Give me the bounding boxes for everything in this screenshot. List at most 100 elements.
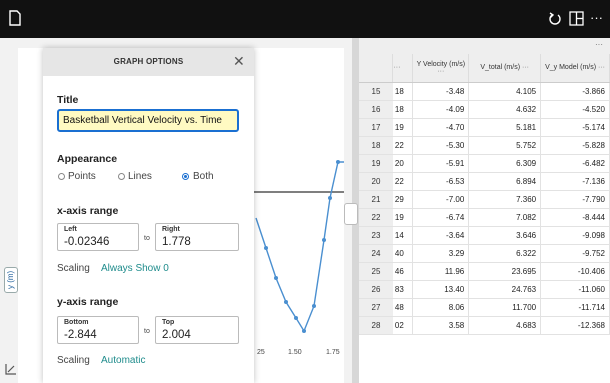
- table-cell[interactable]: 22: [392, 172, 414, 191]
- table-row[interactable]: 19 20 -5.91 6.309 -6.482: [359, 154, 610, 173]
- table-cell[interactable]: 6.309: [468, 154, 542, 173]
- table-cell[interactable]: 11.96: [412, 262, 470, 281]
- table-row[interactable]: 24 40 3.29 6.322 -9.752: [359, 244, 610, 263]
- table-cell[interactable]: 7.082: [468, 208, 542, 227]
- table-row[interactable]: 16 18 -4.09 4.632 -4.520: [359, 100, 610, 119]
- table-cell[interactable]: 18: [392, 100, 414, 119]
- column-more-icon[interactable]: ···: [598, 64, 605, 71]
- table-cell[interactable]: 20: [392, 154, 414, 173]
- table-cell[interactable]: -5.30: [412, 136, 470, 155]
- table-row[interactable]: 27 48 8.06 11.700 -11.714: [359, 298, 610, 317]
- y-top-field[interactable]: Top 2.004: [155, 316, 239, 344]
- table-cell[interactable]: 48: [392, 298, 414, 317]
- table-cell[interactable]: 7.360: [468, 190, 542, 209]
- table-cell[interactable]: 6.322: [468, 244, 542, 263]
- table-cell[interactable]: -5.174: [540, 118, 610, 137]
- table-row[interactable]: 20 22 -6.53 6.894 -7.136: [359, 172, 610, 191]
- table-more-icon[interactable]: ···: [595, 40, 603, 49]
- table-cell[interactable]: -11.714: [540, 298, 610, 317]
- table-cell[interactable]: 3.29: [412, 244, 470, 263]
- table-cell[interactable]: 22: [392, 136, 414, 155]
- y-axis-label[interactable]: y (m): [4, 267, 18, 293]
- table-cell[interactable]: -7.790: [540, 190, 610, 209]
- table-cell[interactable]: 6.894: [468, 172, 542, 191]
- column-more-icon[interactable]: ···: [522, 64, 529, 71]
- graph-tool-icon[interactable]: [5, 362, 17, 380]
- table-cell[interactable]: -6.74: [412, 208, 470, 227]
- table-cell[interactable]: 3.58: [412, 316, 470, 335]
- close-icon[interactable]: ✕: [233, 53, 245, 70]
- table-cell[interactable]: -4.09: [412, 100, 470, 119]
- table-cell[interactable]: -9.752: [540, 244, 610, 263]
- table-row[interactable]: 18 22 -5.30 5.752 -5.828: [359, 136, 610, 155]
- table-cell[interactable]: -5.828: [540, 136, 610, 155]
- table-cell[interactable]: -7.00: [412, 190, 470, 209]
- table-row[interactable]: 26 83 13.40 24.763 -11.060: [359, 280, 610, 299]
- radio-points[interactable]: [58, 173, 65, 180]
- layout-icon[interactable]: [569, 11, 584, 31]
- table-cell[interactable]: 19: [392, 208, 414, 227]
- table-cell[interactable]: -3.64: [412, 226, 470, 245]
- table-cell[interactable]: 23.695: [468, 262, 542, 281]
- table-cell[interactable]: 18: [392, 82, 414, 101]
- table-cell[interactable]: 13.40: [412, 280, 470, 299]
- table-cell[interactable]: -10.406: [540, 262, 610, 281]
- table-cell[interactable]: 5.181: [468, 118, 542, 137]
- table-cell[interactable]: -3.866: [540, 82, 610, 101]
- table-cell[interactable]: 83: [392, 280, 414, 299]
- table-row[interactable]: 21 29 -7.00 7.360 -7.790: [359, 190, 610, 209]
- x-scaling-link[interactable]: Always Show 0: [101, 263, 169, 274]
- x-tick-label: 1.75: [326, 349, 340, 356]
- table-cell[interactable]: 29: [392, 190, 414, 209]
- table-row[interactable]: 28 02 3.58 4.683 -12.368: [359, 316, 610, 335]
- table-cell[interactable]: -4.520: [540, 100, 610, 119]
- column-more-icon[interactable]: ···: [393, 64, 400, 71]
- table-cell[interactable]: 5.752: [468, 136, 542, 155]
- title-input[interactable]: Basketball Vertical Velocity vs. Time: [57, 109, 239, 132]
- table-row[interactable]: 22 19 -6.74 7.082 -8.444: [359, 208, 610, 227]
- table-cell[interactable]: 11.700: [468, 298, 542, 317]
- y-top-label: Top: [162, 319, 175, 326]
- table-cell[interactable]: -5.91: [412, 154, 470, 173]
- document-icon[interactable]: [9, 10, 21, 31]
- x-right-field[interactable]: Right 1.778: [155, 223, 239, 251]
- table-cell[interactable]: -7.136: [540, 172, 610, 191]
- table-row[interactable]: 23 14 -3.64 3.646 -9.098: [359, 226, 610, 245]
- table-cell[interactable]: 46: [392, 262, 414, 281]
- undo-icon[interactable]: [548, 12, 562, 31]
- table-cell[interactable]: 02: [392, 316, 414, 335]
- table-cell[interactable]: 3.646: [468, 226, 542, 245]
- y-bottom-field[interactable]: Bottom -2.844: [57, 316, 139, 344]
- table-cell[interactable]: 8.06: [412, 298, 470, 317]
- table-cell[interactable]: -3.48: [412, 82, 470, 101]
- table-cell[interactable]: 4.683: [468, 316, 542, 335]
- column-header[interactable]: ···: [392, 54, 414, 83]
- table-cell[interactable]: -9.098: [540, 226, 610, 245]
- table-row[interactable]: 17 19 -4.70 5.181 -5.174: [359, 118, 610, 137]
- radio-both[interactable]: [182, 173, 189, 180]
- table-cell[interactable]: 24.763: [468, 280, 542, 299]
- table-cell[interactable]: 4.105: [468, 82, 542, 101]
- column-more-icon[interactable]: ···: [437, 68, 444, 75]
- column-header[interactable]: Y Velocity (m/s) ···: [412, 54, 470, 83]
- table-cell[interactable]: -12.368: [540, 316, 610, 335]
- table-cell[interactable]: -6.482: [540, 154, 610, 173]
- table-cell[interactable]: -6.53: [412, 172, 470, 191]
- table-cell[interactable]: -11.060: [540, 280, 610, 299]
- table-cell[interactable]: 19: [392, 118, 414, 137]
- column-header[interactable]: V_total (m/s) ···: [468, 54, 542, 83]
- table-cell[interactable]: 40: [392, 244, 414, 263]
- table-row[interactable]: 25 46 11.96 23.695 -10.406: [359, 262, 610, 281]
- x-left-field[interactable]: Left -0.02346: [57, 223, 139, 251]
- resize-handle[interactable]: [344, 203, 358, 225]
- table-cell[interactable]: -8.444: [540, 208, 610, 227]
- more-icon[interactable]: ···: [590, 10, 603, 25]
- table-cell[interactable]: -4.70: [412, 118, 470, 137]
- table-cell[interactable]: 14: [392, 226, 414, 245]
- table-cell[interactable]: 4.632: [468, 100, 542, 119]
- index-header: [359, 54, 394, 83]
- table-row[interactable]: 15 18 -3.48 4.105 -3.866: [359, 82, 610, 101]
- y-scaling-link[interactable]: Automatic: [101, 355, 145, 366]
- radio-lines[interactable]: [118, 173, 125, 180]
- column-header[interactable]: V_y Model (m/s) ···: [540, 54, 610, 83]
